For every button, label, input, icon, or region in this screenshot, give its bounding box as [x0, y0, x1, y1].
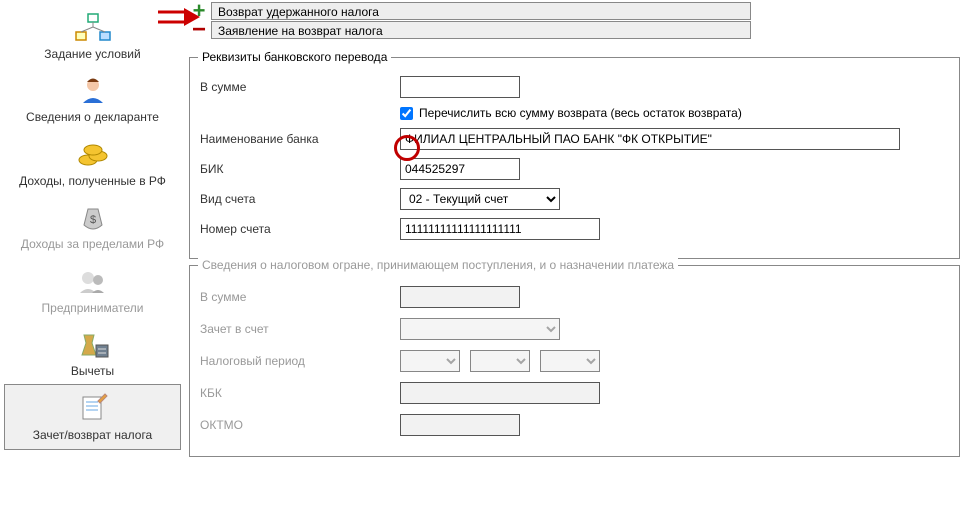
sidebar-item-label: Сведения о декларанте [26, 110, 159, 124]
label-oktmo: ОКТМО [200, 418, 400, 432]
input-account-number[interactable] [400, 218, 600, 240]
input-oktmo [400, 414, 520, 436]
people-icon [74, 264, 112, 298]
input-bank-name[interactable] [400, 128, 900, 150]
list-row-1[interactable]: Возврат удержанного налога [211, 2, 751, 20]
select-period-1 [400, 350, 460, 372]
fieldset-legend: Реквизиты банковского перевода [198, 50, 391, 64]
sidebar: Задание условий Сведения о декларанте До… [0, 0, 185, 510]
arrow-annotation [156, 8, 200, 28]
input-amount-2 [400, 286, 520, 308]
label-transfer-all: Перечислить всю сумму возврата (весь ост… [419, 106, 742, 120]
person-icon [74, 73, 112, 107]
sidebar-item-label: Предприниматели [42, 301, 144, 315]
label-amount: В сумме [200, 80, 400, 94]
label-amount-2: В сумме [200, 290, 400, 304]
select-period-3 [540, 350, 600, 372]
label-tax-period: Налоговый период [200, 354, 400, 368]
sidebar-item-label: Вычеты [71, 364, 114, 378]
label-bik: БИК [200, 162, 400, 176]
label-offset: Зачет в счет [200, 322, 400, 336]
select-period-2 [470, 350, 530, 372]
sidebar-item-label: Зачет/возврат налога [33, 428, 152, 442]
label-kbk: КБК [200, 386, 400, 400]
document-pencil-icon [74, 391, 112, 425]
sidebar-item-offset-refund[interactable]: Зачет/возврат налога [4, 384, 181, 449]
coins-icon [74, 137, 112, 171]
sidebar-item-income-foreign[interactable]: $ Доходы за пределами РФ [0, 194, 185, 257]
input-bik[interactable] [400, 158, 520, 180]
flowchart-icon [74, 10, 112, 44]
sidebar-item-label: Задание условий [44, 47, 140, 61]
sidebar-item-income-rf[interactable]: Доходы, полученные в РФ [0, 131, 185, 194]
svg-text:$: $ [89, 214, 95, 226]
sidebar-item-entrepreneurs[interactable]: Предприниматели [0, 258, 185, 321]
select-offset [400, 318, 560, 340]
fieldset-bank-details: Реквизиты банковского перевода В сумме П… [189, 57, 960, 259]
label-account-number: Номер счета [200, 222, 400, 236]
fieldset-legend-2: Сведения о налоговом огране, принимающем… [198, 258, 678, 272]
vase-calc-icon [74, 327, 112, 361]
list-row-2[interactable]: Заявление на возврат налога [211, 21, 751, 39]
sidebar-item-declarant[interactable]: Сведения о декларанте [0, 67, 185, 130]
select-account-type[interactable]: 02 - Текущий счет [400, 188, 560, 210]
sidebar-item-label: Доходы за пределами РФ [21, 237, 164, 251]
sidebar-item-label: Доходы, полученные в РФ [19, 174, 166, 188]
fieldset-tax-authority: Сведения о налоговом огране, принимающем… [189, 265, 960, 457]
label-bank-name: Наименование банка [200, 132, 400, 146]
checkbox-transfer-all[interactable] [400, 107, 413, 120]
main-panel: + Возврат удержанного налога − Заявление… [185, 0, 964, 510]
label-account-type: Вид счета [200, 192, 400, 206]
sidebar-item-deductions[interactable]: Вычеты [0, 321, 185, 384]
input-kbk [400, 382, 600, 404]
input-amount[interactable] [400, 76, 520, 98]
moneybag-icon: $ [74, 200, 112, 234]
